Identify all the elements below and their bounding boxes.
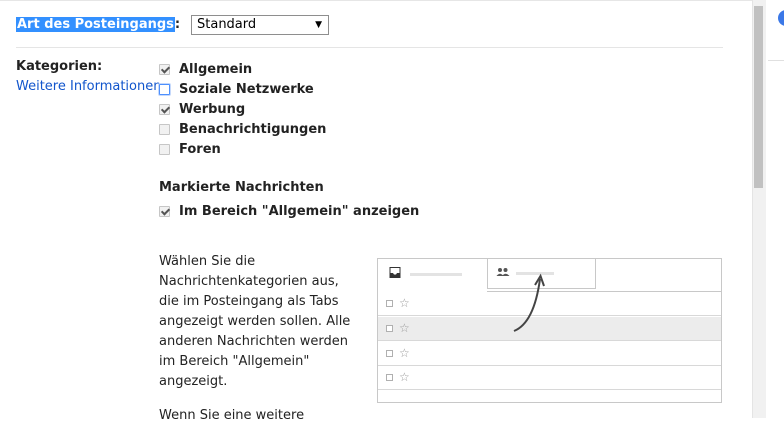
section-divider [16,47,723,48]
category-label: Benachrichtigungen [179,121,327,137]
description-line: die im Posteingang als Tabs [159,294,339,309]
starred-option-label: Im Bereich "Allgemein" anzeigen [179,203,420,219]
description-line: im Bereich "Allgemein" [159,354,310,369]
illustration-mail-row: ☆ [378,292,721,316]
starred-section-title: Markierte Nachrichten [159,180,324,195]
category-label: Allgemein [179,61,253,77]
illustration-checkbox-icon [386,300,393,307]
checkbox-foren[interactable] [159,143,170,155]
description-line: angezeigt werden sollen. Alle [159,314,351,329]
description-line: angezeigt. [159,374,228,389]
category-werbung[interactable]: Werbung [159,100,245,118]
scrollbar-thumb[interactable] [754,6,763,188]
description-line: Nachrichtenkategorien aus, [159,274,339,289]
more-info-link[interactable]: Weitere Informationen [16,79,161,94]
inbox-type-label: Art des Posteingangs: [16,16,180,34]
illustration-checkbox-icon [386,325,393,332]
inbox-type-label-suffix: : [174,17,181,32]
illustration-checkbox-icon [386,350,393,357]
checkbox-werbung[interactable] [159,103,170,115]
side-panel-divider [768,60,784,61]
star-icon: ☆ [399,346,410,360]
description-line: Wählen Sie die [159,254,256,269]
curved-arrow-icon [513,273,545,332]
inbox-type-select[interactable]: Standard ▼ [191,15,329,35]
illustration-tab-primary [378,259,487,293]
checkbox-benachrichtigungen[interactable] [159,123,170,135]
star-icon: ☆ [399,296,410,310]
category-allgemein[interactable]: Allgemein [159,60,252,78]
inbox-tray-icon [389,267,401,278]
description-line: anderen Nachrichten werden [159,334,349,349]
dropdown-arrow-icon: ▼ [315,20,322,30]
category-label: Werbung [179,101,246,117]
category-soziale-netzwerke[interactable]: Soziale Netzwerke [159,80,314,98]
checkbox-soziale-netzwerke[interactable] [159,83,170,95]
inbox-type-select-value: Standard [197,17,257,32]
category-foren[interactable]: Foren [159,140,221,158]
illustration-checkbox-icon [386,374,393,381]
top-border [0,0,752,1]
category-benachrichtigungen[interactable]: Benachrichtigungen [159,120,326,138]
inbox-type-label-selected: Art des Posteingangs [16,17,175,32]
starred-option[interactable]: Im Bereich "Allgemein" anzeigen [159,202,419,220]
illustration-mail-row: ☆ [378,317,721,341]
categories-label: Kategorien: [16,59,103,74]
category-label: Foren [179,141,221,157]
star-icon: ☆ [399,370,410,384]
checkbox-starred-allgemein[interactable] [159,205,170,217]
side-panel [766,0,784,418]
illustration-mail-row: ☆ [378,366,721,390]
category-label: Soziale Netzwerke [179,81,314,97]
tabs-description: Wählen Sie die Nachrichtenkategorien aus… [159,252,359,392]
illustration-placeholder-bar [410,273,462,276]
tabs-illustration: ☆ ☆ ☆ ☆ [377,258,722,403]
next-paragraph: Wenn Sie eine weitere [159,408,305,423]
star-icon: ☆ [399,321,410,335]
illustration-mail-row: ☆ [378,342,721,366]
checkbox-allgemein[interactable] [159,63,170,75]
